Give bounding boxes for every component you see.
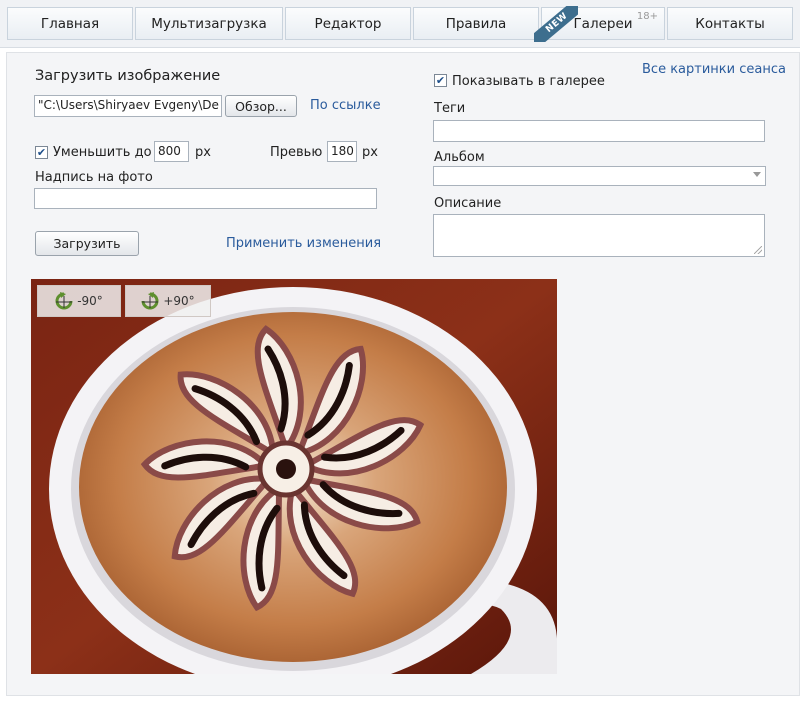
rotate-left-icon [55,292,73,310]
resize-unit: px [195,145,211,160]
tab-home-label: Главная [40,15,100,32]
upload-button[interactable]: Загрузить [35,231,139,256]
rotate-right-icon [141,292,159,310]
chevron-down-icon [753,172,761,177]
age-badge: 18+ [636,11,658,22]
latte-art-image [31,279,557,674]
album-label: Альбом [434,150,485,165]
tab-editor-label: Редактор [314,15,382,32]
session-images-link[interactable]: Все картинки сеанса [642,62,786,77]
preview-label: Превью [270,145,323,160]
tab-galleries[interactable]: Галереи 18+ [541,7,665,40]
tab-editor[interactable]: Редактор [285,7,411,40]
tab-contacts-label: Контакты [695,15,765,32]
tab-multiupload-label: Мультизагрузка [151,15,267,32]
apply-changes-link[interactable]: Применить изменения [226,236,381,251]
tab-multiupload[interactable]: Мультизагрузка [135,7,283,40]
image-preview: -90° +90° [31,279,557,674]
resize-input[interactable]: 800 [154,141,189,162]
resize-grip-icon[interactable] [754,246,762,254]
caption-input[interactable] [34,188,377,209]
browse-button[interactable]: Обзор... [225,95,297,117]
show-in-gallery-label: Показывать в галерее [452,74,605,89]
show-in-gallery-checkbox[interactable]: ✔ [434,74,447,87]
rotate-right-button[interactable]: +90° [125,285,211,317]
rotate-right-label: +90° [163,294,195,308]
preview-input[interactable]: 180 [327,141,357,162]
resize-label: Уменьшить до [53,145,152,160]
top-nav: Главная Мультизагрузка Редактор Правила … [0,0,800,48]
upload-heading: Загрузить изображение [35,68,221,84]
file-path-input[interactable]: "C:\Users\Shiryaev Evgeny\De [34,95,222,117]
tags-input[interactable] [433,120,765,142]
rotate-left-button[interactable]: -90° [37,285,121,317]
description-textarea[interactable] [433,214,765,257]
tab-home[interactable]: Главная [7,7,133,40]
tab-rules-label: Правила [445,15,507,32]
caption-label: Надпись на фото [35,170,153,185]
rotate-left-label: -90° [77,294,103,308]
tab-galleries-label: Галереи [573,15,633,32]
preview-unit: px [362,145,378,160]
album-select[interactable] [433,166,766,186]
resize-checkbox[interactable]: ✔ [35,146,48,159]
description-label: Описание [434,196,502,211]
tab-contacts[interactable]: Контакты [667,7,793,40]
tab-rules[interactable]: Правила [413,7,539,40]
tags-label: Теги [434,101,466,116]
by-link-link[interactable]: По ссылке [310,98,381,113]
